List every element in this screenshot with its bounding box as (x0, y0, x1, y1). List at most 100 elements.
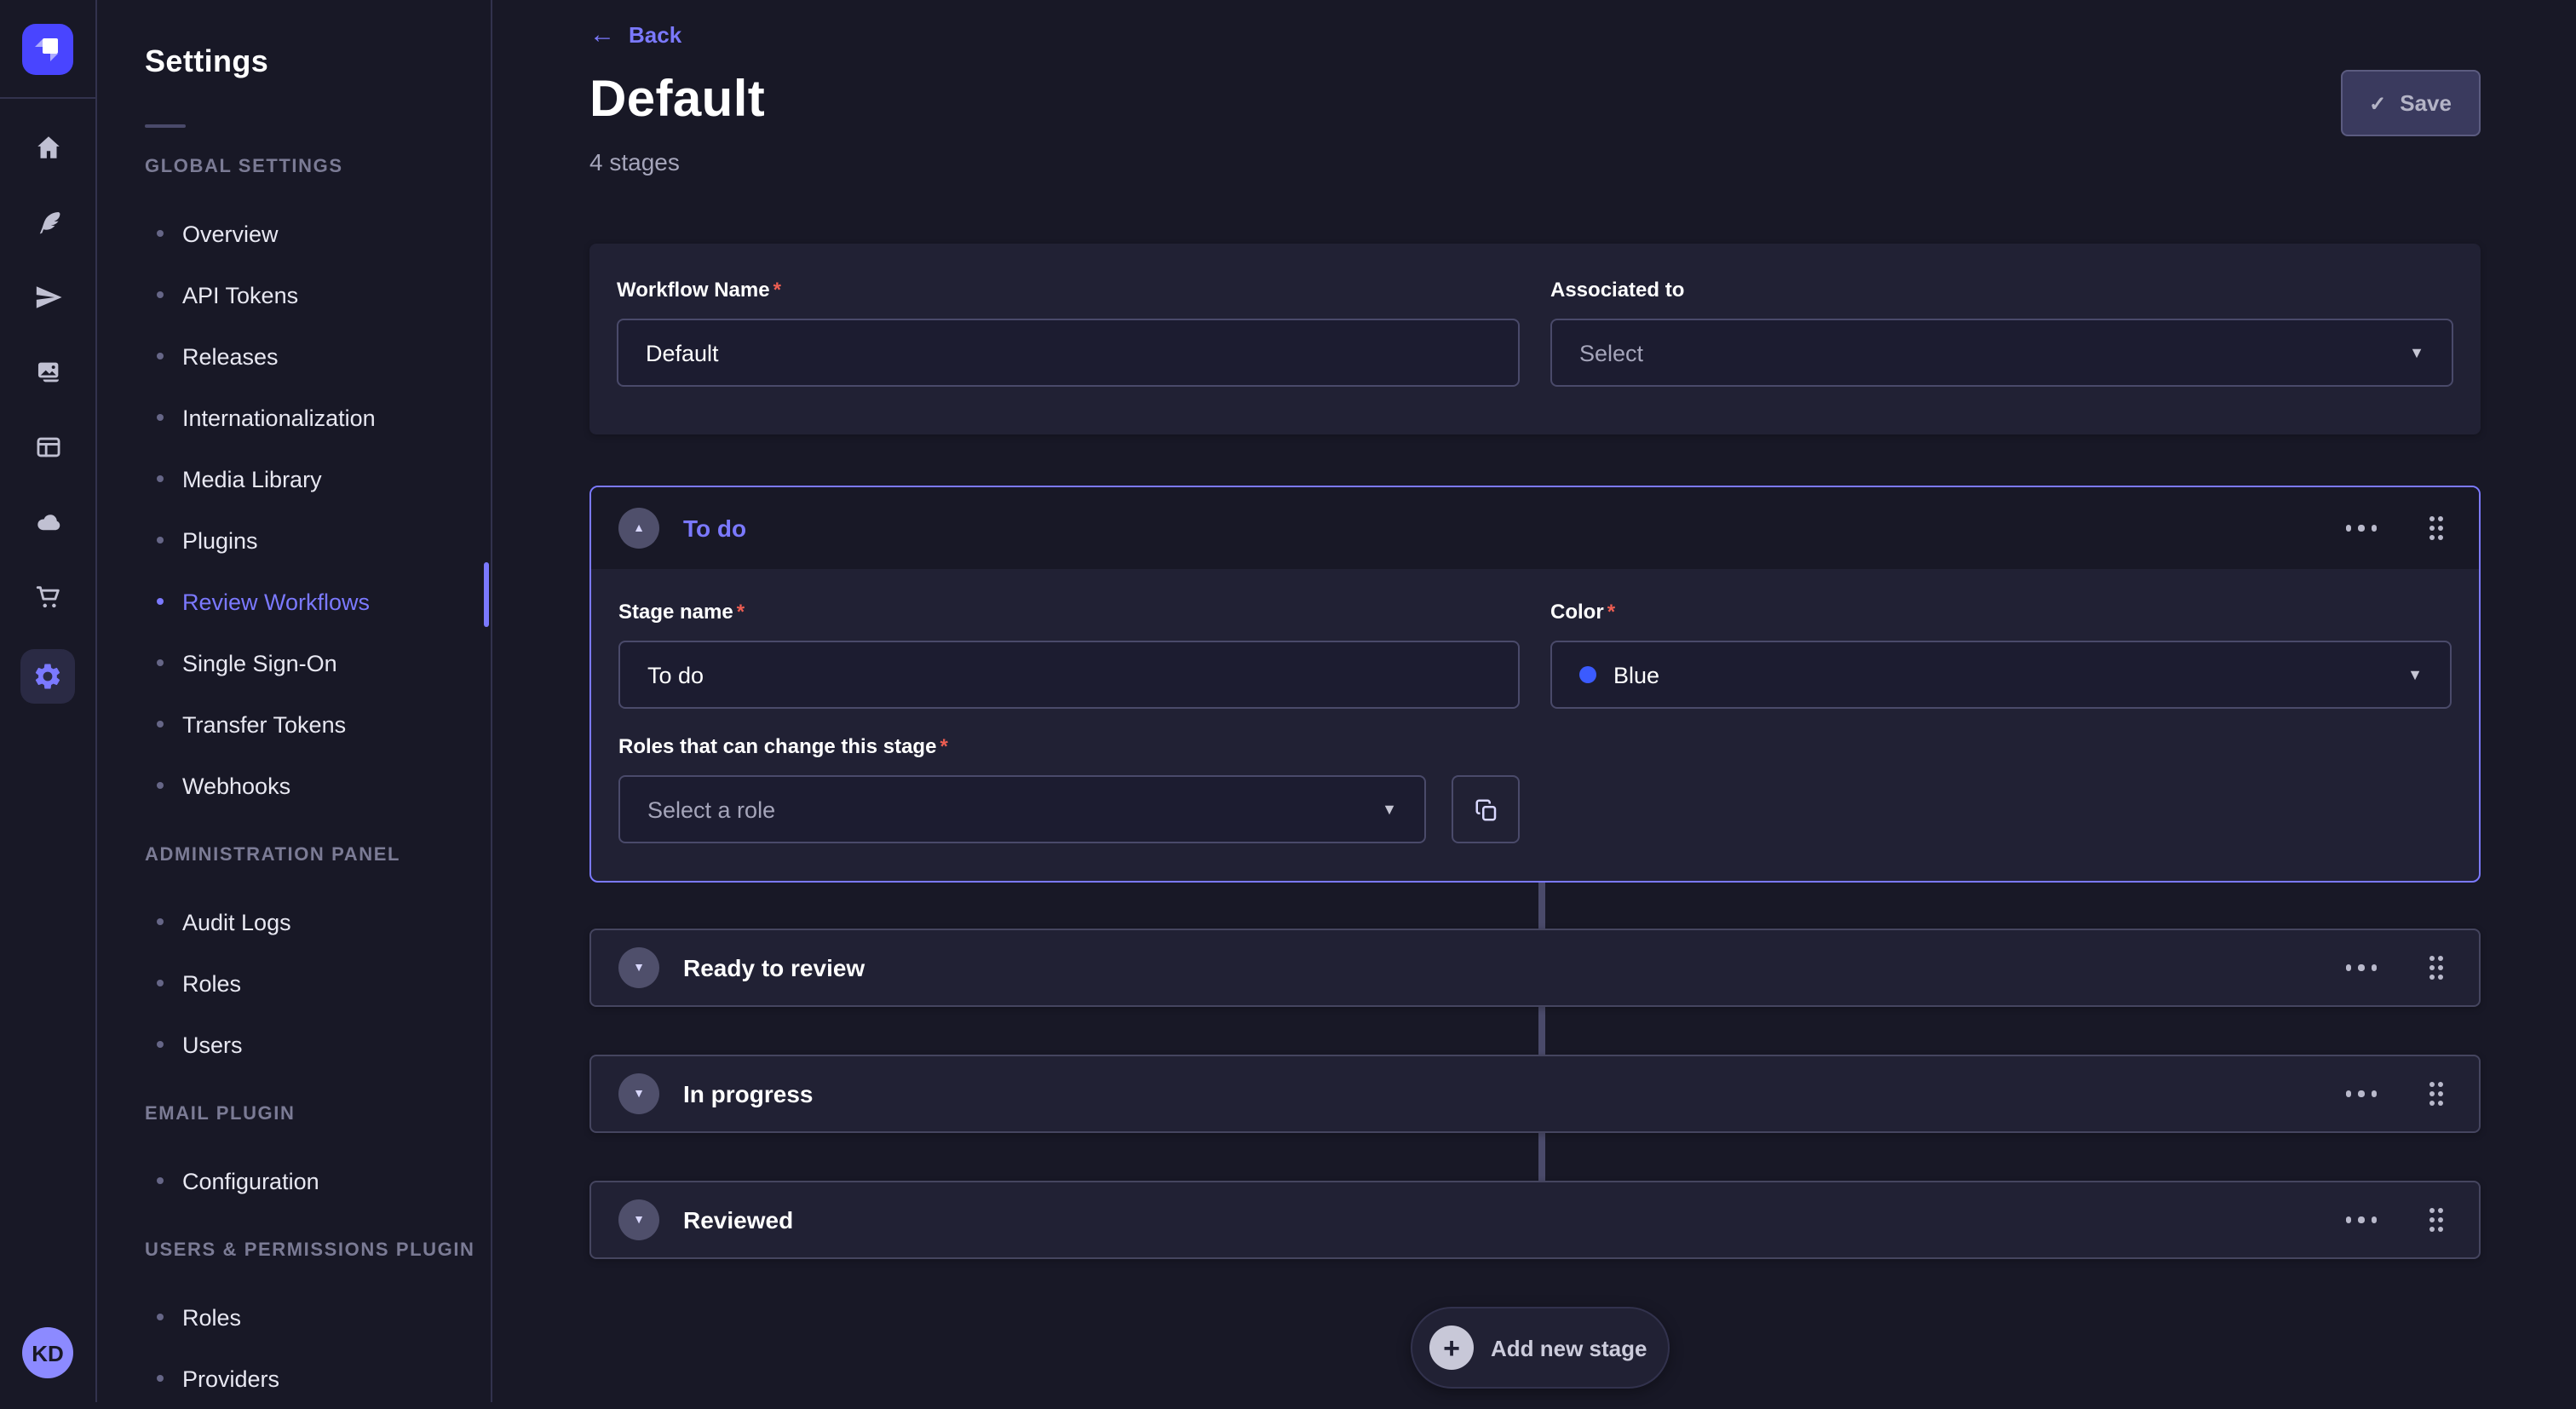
stage-roles-label: Roles that can change this stage (618, 734, 1426, 758)
drag-handle-icon[interactable] (2421, 947, 2452, 988)
sidebar-item-review-workflows[interactable]: Review Workflows (99, 571, 491, 632)
associated-to-select[interactable]: Select ▼ (1550, 319, 2453, 387)
section-label: ADMINISTRATION PANEL (145, 845, 491, 866)
media-library-icon[interactable] (26, 349, 70, 394)
check-icon: ✓ (2369, 91, 2386, 115)
sidebar-item-transfer-tokens[interactable]: Transfer Tokens (99, 693, 491, 755)
bullet-icon (157, 475, 164, 482)
stage-title: Ready to review (683, 954, 865, 981)
color-dot (1579, 666, 1596, 683)
sidebar-item-providers[interactable]: Providers (99, 1348, 491, 1409)
stage-color-select[interactable]: Blue ▼ (1550, 641, 2452, 709)
sidebar-item-plugins[interactable]: Plugins (99, 509, 491, 571)
sidebar-item-audit-logs[interactable]: Audit Logs (99, 891, 491, 952)
chevron-down-icon: ▼ (1382, 801, 1397, 818)
expand-stage-button[interactable]: ▼ (618, 1199, 659, 1240)
stage-name-input[interactable]: To do (618, 641, 1520, 709)
bullet-icon (157, 980, 164, 986)
workflow-name-field: Workflow Name Default (617, 278, 1520, 400)
section-users-permissions-plugin: USERS & PERMISSIONS PLUGIN Roles Provide… (99, 1240, 491, 1409)
save-button[interactable]: ✓ Save (2340, 70, 2481, 136)
stage-header[interactable]: ▲ To do (591, 487, 2479, 569)
duplicate-stage-button[interactable] (1452, 775, 1520, 843)
user-avatar[interactable]: KD (22, 1327, 73, 1378)
stage-name-field: Stage name To do (618, 600, 1520, 709)
page-title: Default (589, 72, 765, 129)
bullet-icon (157, 1314, 164, 1320)
collapse-stage-button[interactable]: ▲ (618, 508, 659, 549)
section-label: GLOBAL SETTINGS (145, 157, 491, 177)
release-plane-icon[interactable] (26, 274, 70, 319)
rail-nav (20, 99, 75, 704)
expand-stage-button[interactable]: ▼ (618, 947, 659, 988)
stage-connector (1538, 1133, 1545, 1181)
chevron-down-icon: ▼ (2409, 344, 2424, 361)
drag-handle-icon[interactable] (2421, 508, 2452, 549)
page-subtitle: 4 stages (589, 148, 680, 175)
deploy-cloud-icon[interactable] (26, 499, 70, 543)
stage-row-reviewed[interactable]: ▼ Reviewed (589, 1181, 2481, 1259)
bullet-icon (157, 598, 164, 605)
icon-rail: KD (0, 0, 97, 1402)
main-content: ← Back Default 4 stages ✓ Save Workflow … (494, 0, 2576, 1402)
sidebar-item-overview[interactable]: Overview (99, 203, 491, 264)
sidebar-item-admin-roles[interactable]: Roles (99, 952, 491, 1014)
section-email-plugin: EMAIL PLUGIN Configuration (99, 1104, 491, 1211)
bullet-icon (157, 353, 164, 359)
content-feather-icon[interactable] (26, 199, 70, 244)
settings-subnav: Settings GLOBAL SETTINGS Overview API To… (99, 0, 492, 1402)
drag-handle-icon[interactable] (2421, 1073, 2452, 1114)
stage-row-in-progress[interactable]: ▼ In progress (589, 1055, 2481, 1133)
marketplace-cart-icon[interactable] (26, 574, 70, 618)
back-link[interactable]: ← Back (589, 22, 681, 48)
settings-gear-icon[interactable] (20, 649, 75, 704)
section-global-settings: GLOBAL SETTINGS Overview API Tokens Rele… (99, 157, 491, 816)
workflow-name-label: Workflow Name (617, 278, 1520, 302)
sidebar-item-users[interactable]: Users (99, 1014, 491, 1075)
expand-stage-button[interactable]: ▼ (618, 1073, 659, 1114)
subnav-scrollbar-thumb[interactable] (484, 562, 489, 627)
stage-title: Reviewed (683, 1206, 793, 1234)
workflow-name-input[interactable]: Default (617, 319, 1520, 387)
associated-to-label: Associated to (1550, 278, 2453, 302)
chevron-down-icon: ▼ (633, 1214, 645, 1226)
sidebar-item-single-sign-on[interactable]: Single Sign-On (99, 632, 491, 693)
bullet-icon (157, 414, 164, 421)
bullet-icon (157, 537, 164, 543)
stage-title: In progress (683, 1080, 814, 1107)
sidebar-item-internationalization[interactable]: Internationalization (99, 387, 491, 448)
strapi-admin: KD Settings GLOBAL SETTINGS Overview API… (0, 0, 2576, 1402)
bullet-icon (157, 659, 164, 666)
stage-menu-button[interactable] (2335, 1081, 2387, 1107)
drag-handle-icon[interactable] (2421, 1199, 2452, 1240)
stage-roles-select[interactable]: Select a role ▼ (618, 775, 1426, 843)
sidebar-item-api-tokens[interactable]: API Tokens (99, 264, 491, 325)
stage-connector (1538, 1007, 1545, 1055)
stage-row-ready-to-review[interactable]: ▼ Ready to review (589, 929, 2481, 1007)
sidebar-item-webhooks[interactable]: Webhooks (99, 755, 491, 816)
bullet-icon (157, 1375, 164, 1382)
content-type-layout-icon[interactable] (26, 424, 70, 469)
bullet-icon (157, 1041, 164, 1048)
stage-name-label: Stage name (618, 600, 1520, 624)
add-new-stage-button[interactable]: + Add new stage (1411, 1307, 1670, 1389)
copy-icon (1473, 797, 1498, 822)
section-administration-panel: ADMINISTRATION PANEL Audit Logs Roles Us… (99, 845, 491, 1075)
stage-title: To do (683, 515, 746, 542)
sidebar-item-up-roles[interactable]: Roles (99, 1286, 491, 1348)
sidebar-item-configuration[interactable]: Configuration (99, 1150, 491, 1211)
bullet-icon (157, 918, 164, 925)
back-arrow-icon: ← (589, 22, 615, 48)
associated-to-field: Associated to Select ▼ (1550, 278, 2453, 400)
home-icon[interactable] (26, 124, 70, 169)
strapi-logo[interactable] (22, 24, 73, 75)
stage-menu-button[interactable] (2335, 955, 2387, 981)
bullet-icon (157, 230, 164, 237)
stage-panel-to-do: ▲ To do Stage name To do (589, 486, 2481, 883)
sidebar-item-releases[interactable]: Releases (99, 325, 491, 387)
strapi-logo-icon (22, 24, 73, 75)
sidebar-item-media-library[interactable]: Media Library (99, 448, 491, 509)
stage-menu-button[interactable] (2335, 515, 2387, 542)
stage-menu-button[interactable] (2335, 1207, 2387, 1234)
subnav-title: Settings (145, 44, 491, 80)
